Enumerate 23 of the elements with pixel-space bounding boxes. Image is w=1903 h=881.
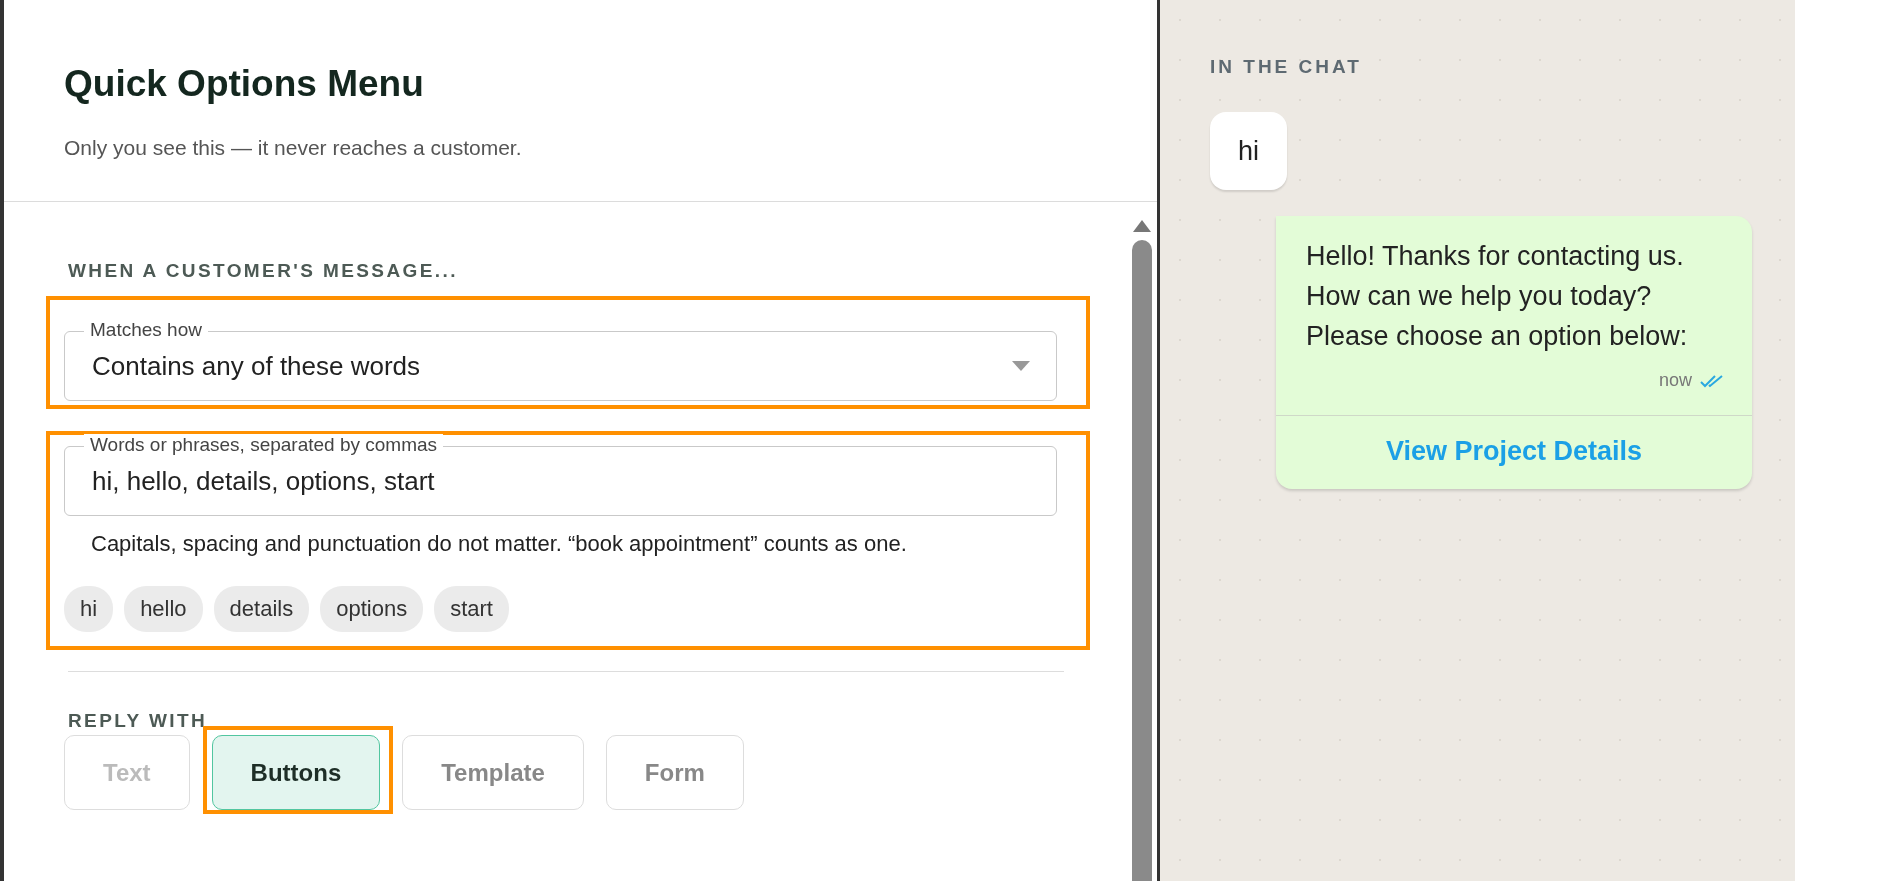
dropdown-caret-icon (1012, 361, 1030, 371)
keyword-chip: hello (124, 586, 203, 632)
chat-heading: IN THE CHAT (1210, 56, 1362, 78)
keyword-chip: details (213, 586, 310, 632)
reply-type-tab[interactable]: Template (402, 735, 584, 810)
message-text: Hello! Thanks for contacting us. How can we help you today? Please choose an option below: (1305, 240, 1689, 353)
section-heading: REPLY WITH (68, 710, 208, 732)
dialog-title: Quick Options Menu (64, 62, 425, 106)
field-label: Words or phrases, separated by commas (84, 434, 444, 456)
reply-type-tab[interactable]: Buttons (211, 735, 381, 810)
dialog-subtitle: Only you see this — it never reaches a customer. (64, 136, 522, 160)
incoming-message: hi (1210, 112, 1287, 190)
scrollbar-thumb[interactable] (1132, 240, 1152, 881)
scroll-up-icon[interactable] (1133, 220, 1151, 232)
keyword-chip: options (320, 586, 424, 632)
message-time: now (1658, 370, 1692, 391)
keyword-chip: hi (64, 586, 114, 632)
helper-text: Capitals, spacing and punctuation do not matter. “book appointment” counts as one. (91, 530, 908, 558)
reply-type-tab[interactable]: Form (605, 735, 744, 810)
keyword-chip: start (434, 586, 509, 632)
quick-reply-button[interactable]: View Project Details (1276, 415, 1752, 489)
section-heading: WHEN A CUSTOMER'S MESSAGE... (68, 260, 458, 282)
double-check-icon (1700, 373, 1724, 388)
